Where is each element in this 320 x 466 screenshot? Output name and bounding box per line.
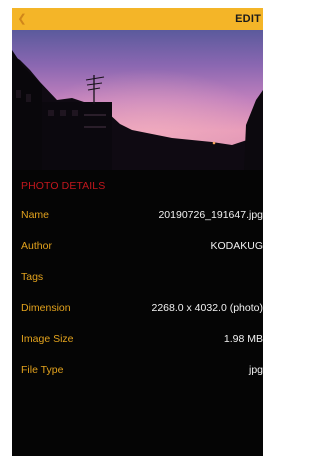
edit-button[interactable]: EDIT <box>235 12 261 26</box>
detail-label: Name <box>21 209 50 221</box>
detail-value: KODAKUG <box>210 240 263 252</box>
section-title: PHOTO DETAILS <box>21 180 106 192</box>
detail-label: Tags <box>21 271 44 283</box>
photo-preview[interactable] <box>12 30 263 170</box>
detail-row-author: Author KODAKUG <box>12 239 263 255</box>
detail-label: File Type <box>21 364 64 376</box>
top-app-bar: ❮ EDIT <box>12 8 263 30</box>
photo-image <box>12 30 263 170</box>
detail-row-dimension: Dimension 2268.0 x 4032.0 (photo) <box>12 301 263 317</box>
detail-label: Image Size <box>21 333 74 345</box>
detail-label: Dimension <box>21 302 71 314</box>
detail-value: 20190726_191647.jpg <box>158 209 263 221</box>
detail-row-file-type: File Type jpg <box>12 363 263 379</box>
detail-row-tags: Tags <box>12 270 263 286</box>
detail-value: 1.98 MB <box>223 333 263 345</box>
detail-row-name: Name 20190726_191647.jpg <box>12 208 263 224</box>
photo-details-screen: ❮ EDIT PHOTO DETAILS Name 20190726_19164… <box>12 8 263 456</box>
detail-label: Author <box>21 240 52 252</box>
photo-details-panel: PHOTO DETAILS Name 20190726_191647.jpg A… <box>12 170 263 456</box>
detail-value: jpg <box>248 364 263 376</box>
chevron-left-icon[interactable]: ❮ <box>16 12 28 26</box>
detail-value: 2268.0 x 4032.0 (photo) <box>151 302 263 314</box>
detail-row-image-size: Image Size 1.98 MB <box>12 332 263 348</box>
